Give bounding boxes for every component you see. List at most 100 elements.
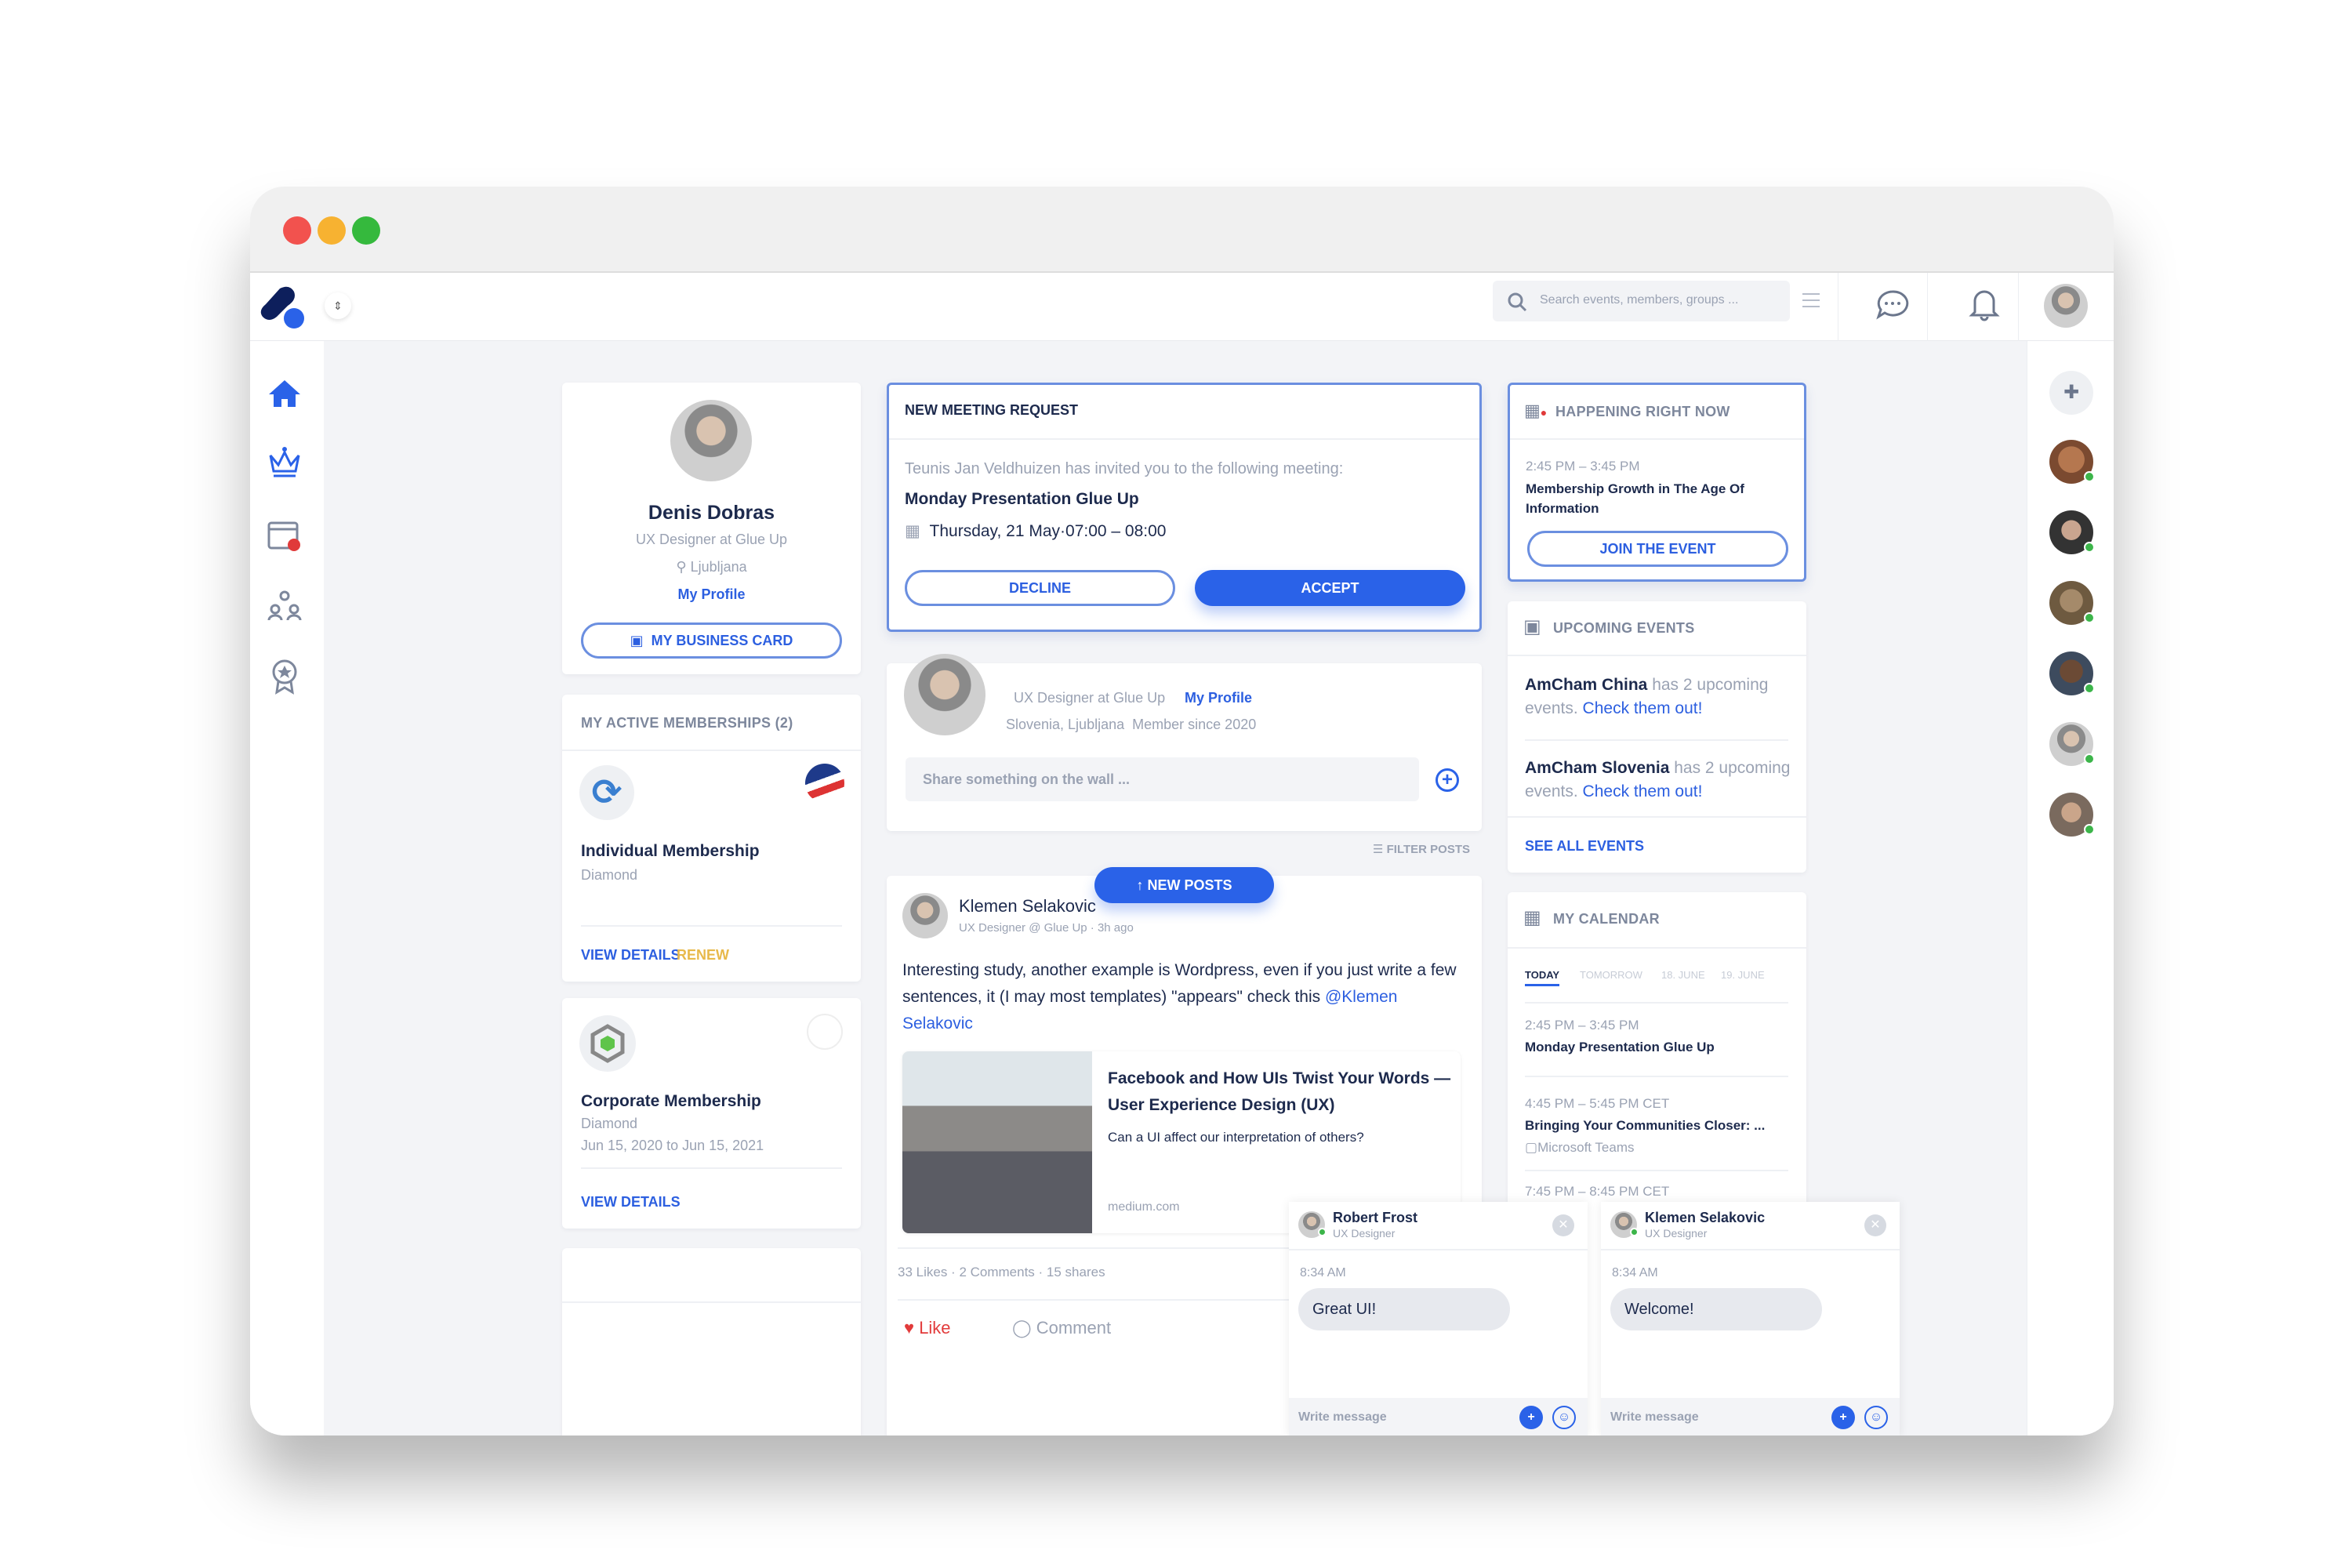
- calendar-icon: ▦: [1523, 907, 1541, 928]
- chat-message: Great UI!: [1298, 1288, 1510, 1330]
- accept-button[interactable]: ACCEPT: [1195, 570, 1465, 606]
- check-them-out-link[interactable]: Check them out!: [1583, 782, 1703, 800]
- meeting-invite-text: Teunis Jan Veldhuizen has invited you to…: [905, 460, 1344, 477]
- my-business-card-button[interactable]: ▣ MY BUSINESS CARD: [581, 622, 842, 659]
- groups-icon[interactable]: [267, 589, 302, 623]
- membership-tier: Diamond: [581, 867, 638, 883]
- chat-window-robert-frost: Robert Frost UX Designer ✕ 8:34 AM Great…: [1289, 1202, 1588, 1436]
- chat-message-input[interactable]: Write message + ☺: [1289, 1398, 1588, 1436]
- meeting-request-card: NEW MEETING REQUEST Teunis Jan Veldhuize…: [887, 383, 1482, 632]
- minimize-window-button[interactable]: [318, 216, 346, 245]
- tab-tomorrow[interactable]: TOMORROW: [1580, 969, 1642, 981]
- online-members-sidebar: ✚: [2027, 341, 2114, 1436]
- view-details-link[interactable]: VIEW DETAILS: [581, 947, 681, 964]
- link-description: Can a UI affect our interpretation of ot…: [1108, 1130, 1364, 1145]
- org-logo: [805, 764, 844, 803]
- my-profile-link[interactable]: My Profile: [1185, 690, 1252, 706]
- post-author[interactable]: Klemen Selakovic: [959, 896, 1096, 916]
- empty-card: [562, 1248, 861, 1436]
- badge-icon[interactable]: [269, 658, 300, 695]
- see-all-events-link[interactable]: SEE ALL EVENTS: [1525, 838, 1644, 855]
- event-location: Microsoft Teams: [1537, 1140, 1635, 1155]
- member-avatar[interactable]: [2049, 793, 2095, 837]
- meeting-time: Thursday, 21 May·07:00 – 08:00: [929, 522, 1167, 540]
- attach-plus-icon[interactable]: +: [1519, 1406, 1543, 1429]
- tab-19-june[interactable]: 19. JUNE: [1721, 969, 1765, 981]
- emoji-icon[interactable]: ☺: [1864, 1406, 1888, 1429]
- event-name: Membership Growth in The Age Of Informat…: [1526, 481, 1744, 516]
- calendar-title: MY CALENDAR: [1553, 911, 1660, 927]
- likes-count[interactable]: 33 Likes: [898, 1265, 947, 1279]
- app-logo[interactable]: [256, 279, 311, 334]
- view-details-link[interactable]: VIEW DETAILS: [581, 1194, 681, 1210]
- event-time: 2:45 PM – 3:45 PM: [1525, 1018, 1639, 1033]
- top-header: ⇕ Search events, members, groups ...: [250, 273, 2114, 341]
- chat-avatar: [1298, 1211, 1327, 1238]
- new-chat-icon[interactable]: ✚: [2049, 371, 2093, 415]
- membership-dates: Jun 15, 2020 to Jun 15, 2021: [581, 1138, 764, 1153]
- profile-avatar[interactable]: [904, 654, 985, 735]
- filter-posts-button[interactable]: ☰ FILTER POSTS: [1373, 842, 1470, 856]
- event-name[interactable]: Monday Presentation Glue Up: [1525, 1040, 1715, 1055]
- teams-icon: ▢: [1525, 1140, 1538, 1155]
- chat-window-klemen-selakovic: Klemen Selakovic UX Designer ✕ 8:34 AM W…: [1601, 1202, 1900, 1436]
- check-them-out-link[interactable]: Check them out!: [1583, 699, 1703, 717]
- chat-role: UX Designer: [1333, 1227, 1396, 1240]
- event-time: 4:45 PM – 5:45 PM CET: [1525, 1096, 1670, 1111]
- share-card: UX Designer at Glue Up My Profile Sloven…: [887, 654, 1482, 831]
- search-icon: [1508, 292, 1527, 312]
- tab-18-june[interactable]: 18. JUNE: [1661, 969, 1705, 981]
- profile-avatar[interactable]: [670, 400, 752, 481]
- decline-button[interactable]: DECLINE: [905, 570, 1175, 606]
- maximize-window-button[interactable]: [352, 216, 380, 245]
- corporate-membership-logo: [579, 1015, 636, 1072]
- user-avatar[interactable]: [2044, 284, 2088, 328]
- renew-link[interactable]: RENEW: [677, 947, 729, 964]
- event-name[interactable]: Bringing Your Communities Closer: ...: [1525, 1118, 1765, 1134]
- event-time: 7:45 PM – 8:45 PM CET: [1525, 1184, 1670, 1199]
- chat-name: Klemen Selakovic: [1645, 1210, 1766, 1225]
- close-chat-icon[interactable]: ✕: [1552, 1214, 1574, 1236]
- happening-title: HAPPENING RIGHT NOW: [1555, 404, 1730, 419]
- calendar-icon[interactable]: [267, 518, 302, 553]
- chat-name: Robert Frost: [1333, 1210, 1417, 1225]
- message-time: 8:34 AM: [1612, 1266, 1658, 1279]
- attach-plus-icon[interactable]: +: [1831, 1406, 1855, 1429]
- share-input[interactable]: Share something on the wall ...: [906, 757, 1419, 801]
- close-window-button[interactable]: [283, 216, 311, 245]
- upcoming-item: AmCham China has 2 upcoming events. Chec…: [1525, 676, 1769, 717]
- share-location: Slovenia, Ljubljana: [1006, 717, 1125, 732]
- tab-today[interactable]: TODAY: [1525, 969, 1560, 986]
- profile-title: UX Designer at Glue Up: [635, 532, 788, 547]
- org-switcher-icon[interactable]: ⇕: [325, 292, 351, 319]
- comments-count[interactable]: 2 Comments: [959, 1265, 1034, 1279]
- messages-icon[interactable]: [1875, 289, 1910, 320]
- crown-icon[interactable]: [267, 446, 305, 485]
- filter-icon[interactable]: [1801, 290, 1821, 310]
- comment-button[interactable]: ◯ Comment: [1012, 1318, 1111, 1338]
- member-avatar[interactable]: [2049, 722, 2095, 766]
- member-avatar[interactable]: [2049, 581, 2095, 625]
- author-avatar[interactable]: [902, 893, 948, 938]
- search-input[interactable]: Search events, members, groups ...: [1493, 281, 1790, 321]
- chat-message: Welcome!: [1610, 1288, 1822, 1330]
- profile-card: Denis Dobras UX Designer at Glue Up ⚲ Lj…: [562, 383, 861, 674]
- member-avatar[interactable]: [2049, 510, 2095, 554]
- chat-message-input[interactable]: Write message + ☺: [1601, 1398, 1900, 1436]
- link-preview-image: [902, 1051, 1092, 1233]
- home-icon[interactable]: [267, 377, 302, 408]
- emoji-icon[interactable]: ☺: [1552, 1406, 1576, 1429]
- like-button[interactable]: ♥ Like: [904, 1318, 951, 1338]
- close-chat-icon[interactable]: ✕: [1864, 1214, 1886, 1236]
- filter-icon: ☰: [1373, 843, 1387, 856]
- memberships-title: MY ACTIVE MEMBERSHIPS (2): [581, 715, 793, 731]
- member-avatar[interactable]: [2049, 652, 2095, 695]
- new-posts-button[interactable]: ↑ NEW POSTS: [1094, 867, 1274, 903]
- my-profile-link[interactable]: My Profile: [562, 586, 861, 603]
- add-post-icon[interactable]: +: [1436, 768, 1459, 792]
- chat-avatar: [1610, 1211, 1639, 1238]
- member-avatar[interactable]: [2049, 440, 2095, 484]
- join-event-button[interactable]: JOIN THE EVENT: [1527, 531, 1788, 567]
- event-time: 2:45 PM – 3:45 PM: [1526, 459, 1640, 474]
- notifications-bell-icon[interactable]: [1969, 287, 2000, 321]
